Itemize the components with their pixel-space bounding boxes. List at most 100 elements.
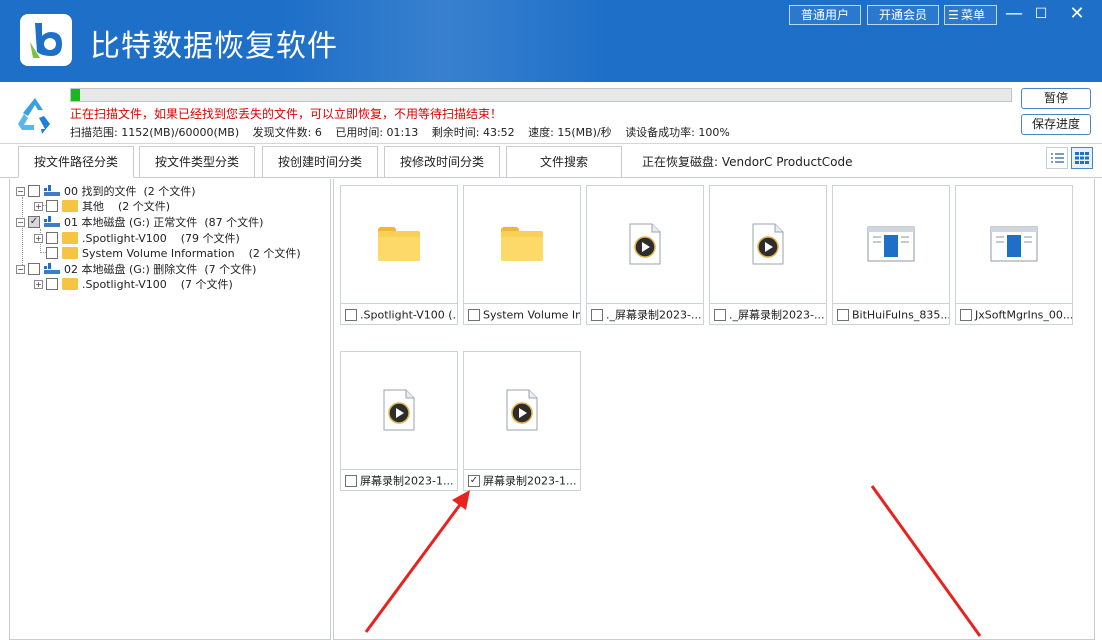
title-bar: 比特数据恢复软件 普通用户 开通会员 ☰ 菜单 — ☐ ✕ xyxy=(0,0,1102,82)
menu-button[interactable]: ☰ 菜单 xyxy=(944,5,997,25)
folder-icon xyxy=(62,247,78,259)
file-checkbox[interactable] xyxy=(960,309,972,321)
file-checkbox[interactable] xyxy=(345,309,357,321)
tree-checkbox[interactable] xyxy=(46,232,58,244)
tree-checkbox[interactable] xyxy=(46,247,58,259)
file-checkbox[interactable] xyxy=(837,309,849,321)
file-thumbnail[interactable] xyxy=(710,186,826,302)
scan-message: 正在扫描文件，如果已经找到您丢失的文件，可以立即恢复，不用等待扫描结束！ xyxy=(70,107,503,121)
file-thumbnail[interactable] xyxy=(341,186,457,302)
tree-node-count: (7 个文件) xyxy=(180,277,233,291)
tree-node-count: (2 个文件) xyxy=(118,199,171,213)
open-membership-button[interactable]: 开通会员 xyxy=(867,5,939,25)
elapsed-time: 已用时间: 01:13 xyxy=(335,126,419,139)
regular-user-button[interactable]: 普通用户 xyxy=(789,5,861,25)
disk-icon xyxy=(44,216,60,227)
app-logo-icon xyxy=(20,14,72,66)
expand-icon[interactable]: + xyxy=(34,201,43,211)
maximize-icon[interactable]: ☐ xyxy=(1030,3,1052,25)
tree-node-deleted-spotlight[interactable]: + .Spotlight-V100 (7 个文件) xyxy=(34,276,233,291)
file-thumbnail[interactable] xyxy=(956,186,1072,302)
tab-by-modified-time[interactable]: 按修改时间分类 xyxy=(384,146,500,177)
tree-checkbox[interactable] xyxy=(28,185,40,197)
file-card[interactable]: 屏幕录制2023-1... xyxy=(340,351,458,491)
file-card[interactable]: .Spotlight-V100 (... xyxy=(340,185,458,325)
tree-checkbox[interactable]: ✓ xyxy=(28,216,40,228)
tree-node-count: (2 个文件) xyxy=(248,246,301,260)
file-name: .Spotlight-V100 (... xyxy=(360,308,457,322)
file-thumbnail[interactable] xyxy=(464,186,580,302)
category-tabs: 按文件路径分类 按文件类型分类 按创建时间分类 按修改时间分类 文件搜索 正在恢… xyxy=(0,146,1102,178)
file-card[interactable]: ✓ 屏幕录制2023-1... xyxy=(463,351,581,491)
app-window-icon xyxy=(867,226,915,262)
remaining-time: 剩余时间: 43:52 xyxy=(431,126,515,139)
scan-range: 扫描范围: 1152(MB)/60000(MB) xyxy=(70,126,240,139)
expand-icon[interactable]: + xyxy=(34,279,43,289)
minimize-icon[interactable]: — xyxy=(1003,3,1025,25)
video-file-icon xyxy=(383,389,415,431)
folder-icon xyxy=(501,227,543,261)
collapse-icon[interactable]: − xyxy=(16,186,25,196)
file-thumbnail[interactable] xyxy=(833,186,949,302)
disk-icon xyxy=(44,263,60,274)
tree-node-count: (87 个文件) xyxy=(204,215,264,229)
file-name: 屏幕录制2023-1... xyxy=(483,474,577,488)
disk-icon xyxy=(44,185,60,196)
collapse-icon[interactable]: − xyxy=(16,264,25,274)
tree-node-normal-files[interactable]: − ✓ 01 本地磁盘 (G:) 正常文件 (87 个文件) xyxy=(16,214,263,229)
expand-icon[interactable]: + xyxy=(34,233,43,243)
file-checkbox[interactable] xyxy=(468,309,480,321)
tree-node-system-volume[interactable]: System Volume Information (2 个文件) xyxy=(46,245,301,260)
scan-status-panel: 正在扫描文件，如果已经找到您丢失的文件，可以立即恢复，不用等待扫描结束！ 扫描范… xyxy=(0,82,1102,144)
pause-button[interactable]: 暂停 xyxy=(1021,88,1091,109)
file-checkbox[interactable] xyxy=(345,475,357,487)
file-checkbox[interactable] xyxy=(591,309,603,321)
tree-node-label: 其他 xyxy=(82,199,104,213)
tree-node-label: System Volume Information xyxy=(82,246,235,260)
tree-checkbox[interactable] xyxy=(46,200,58,212)
tab-by-type[interactable]: 按文件类型分类 xyxy=(139,146,255,177)
tree-node-found-files[interactable]: − 00 找到的文件 (2 个文件) xyxy=(16,183,196,198)
file-name: System Volume In... xyxy=(483,308,580,322)
tree-node-deleted-files[interactable]: − 02 本地磁盘 (G:) 删除文件 (7 个文件) xyxy=(16,261,256,276)
scan-progress-bar xyxy=(70,88,1012,102)
folder-icon xyxy=(62,200,78,212)
file-card[interactable]: JxSoftMgrIns_00... xyxy=(955,185,1073,325)
file-card[interactable]: BitHuiFuIns_835.... xyxy=(832,185,950,325)
file-thumbnail[interactable] xyxy=(587,186,703,302)
file-checkbox[interactable] xyxy=(714,309,726,321)
recycle-scan-icon xyxy=(18,98,50,134)
file-checkbox[interactable]: ✓ xyxy=(468,475,480,487)
collapse-icon[interactable]: − xyxy=(16,217,25,227)
tree-node-other[interactable]: + 其他 (2 个文件) xyxy=(34,198,170,213)
tab-file-search[interactable]: 文件搜索 xyxy=(506,146,622,177)
file-card[interactable]: System Volume In... xyxy=(463,185,581,325)
scan-progress-fill xyxy=(71,89,81,101)
recovering-disk-text: 正在恢复磁盘: VendorC ProductCode xyxy=(642,155,853,169)
list-view-icon[interactable] xyxy=(1046,147,1068,169)
tab-by-path[interactable]: 按文件路径分类 xyxy=(18,146,134,178)
close-icon[interactable]: ✕ xyxy=(1066,3,1088,25)
file-card[interactable]: ._屏幕录制2023-... xyxy=(586,185,704,325)
video-file-icon xyxy=(629,223,661,265)
folder-icon xyxy=(378,227,420,261)
tree-checkbox[interactable] xyxy=(46,278,58,290)
save-progress-button[interactable]: 保存进度 xyxy=(1021,114,1091,135)
tree-node-label: 00 找到的文件 xyxy=(64,184,137,198)
file-name: BitHuiFuIns_835.... xyxy=(852,308,949,322)
folder-icon xyxy=(62,278,78,290)
video-file-icon xyxy=(506,389,538,431)
grid-view-icon[interactable] xyxy=(1071,147,1093,169)
tab-by-created-time[interactable]: 按创建时间分类 xyxy=(262,146,378,177)
files-found: 发现文件数: 6 xyxy=(252,126,322,139)
tree-node-count: (79 个文件) xyxy=(180,231,240,245)
file-card[interactable]: ._屏幕录制2023-... xyxy=(709,185,827,325)
file-thumbnail[interactable] xyxy=(341,352,457,468)
tree-node-label: 02 本地磁盘 (G:) 删除文件 xyxy=(64,262,198,276)
tree-node-spotlight[interactable]: + .Spotlight-V100 (79 个文件) xyxy=(34,230,240,245)
app-title: 比特数据恢复软件 xyxy=(90,29,338,64)
file-thumbnail[interactable] xyxy=(464,352,580,468)
menu-button-label: 菜单 xyxy=(961,8,986,22)
file-name: ._屏幕录制2023-... xyxy=(606,308,702,322)
tree-checkbox[interactable] xyxy=(28,263,40,275)
